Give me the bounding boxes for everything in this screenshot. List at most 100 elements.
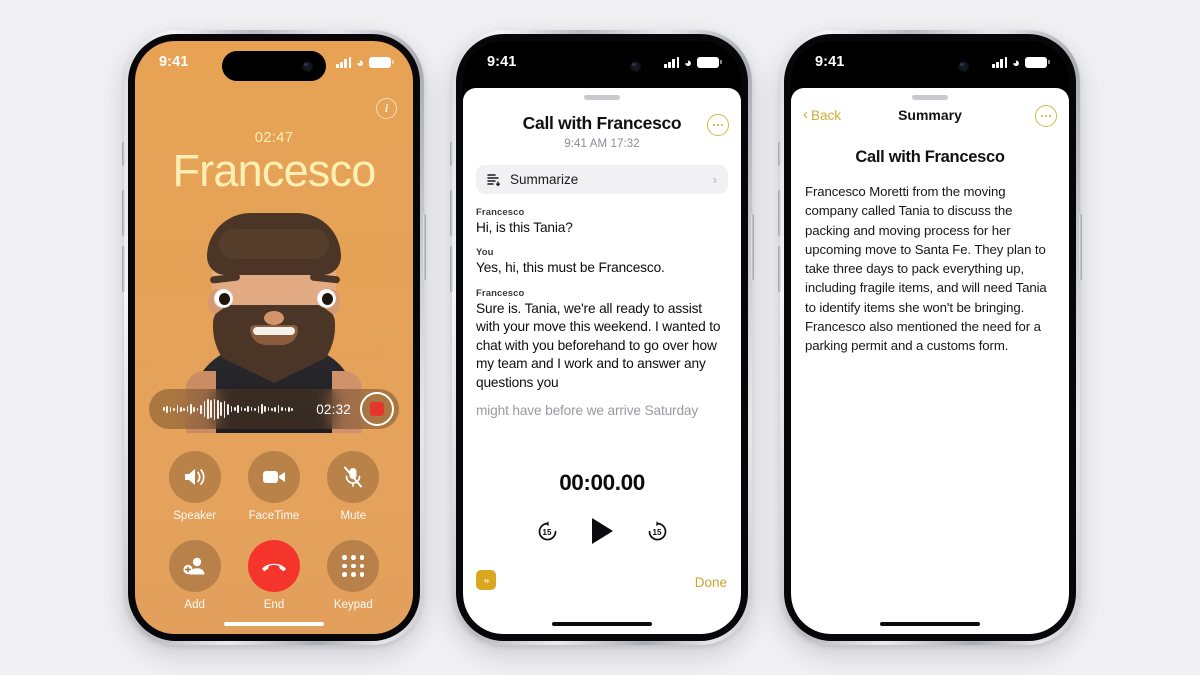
power-button[interactable]	[1079, 214, 1082, 280]
transcript-list: Francesco Hi, is this Tania? You Yes, hi…	[476, 207, 728, 421]
dynamic-island	[878, 51, 982, 81]
audio-waveform	[163, 398, 310, 420]
dynamic-island	[222, 51, 326, 81]
keypad-grid-icon	[342, 554, 365, 578]
microphone-slash-icon	[344, 466, 363, 488]
screenshot-canvas: 9:41 ◕ i 02:47 Francesco 02:32 Speaker F…	[0, 0, 1200, 675]
wifi-icon: ◕	[356, 54, 364, 70]
status-time: 9:41	[815, 54, 845, 70]
cellular-bars-icon	[991, 56, 1008, 68]
volume-down-button[interactable]	[778, 246, 781, 292]
wifi-icon: ◕	[684, 54, 692, 70]
volume-down-button[interactable]	[122, 246, 125, 292]
control-label: End	[263, 599, 285, 611]
volume-up-button[interactable]	[450, 190, 453, 236]
done-button[interactable]: Done	[695, 575, 727, 590]
transcript-sheet: Call with Francesco 9:41 AM 17:32 Summar…	[463, 88, 741, 634]
wifi-icon: ◕	[1012, 54, 1020, 70]
play-triangle-icon[interactable]	[591, 518, 613, 544]
home-indicator[interactable]	[880, 621, 980, 626]
live-captions-button[interactable]: „	[476, 570, 496, 590]
volume-up-button[interactable]	[778, 190, 781, 236]
control-label: Speaker	[173, 510, 217, 522]
info-circle-icon[interactable]: i	[376, 98, 397, 119]
stop-recording-button[interactable]	[360, 392, 394, 426]
mute-button[interactable]: Mute	[327, 451, 380, 522]
player-controls: 15 15	[463, 518, 741, 544]
control-label: Keypad	[333, 599, 373, 611]
power-button[interactable]	[751, 214, 754, 280]
phone-screen: 9:41 ◕ Call with Francesco 9:41 AM 17:32	[463, 41, 741, 634]
transcript-text: Sure is. Tania, we're all ready to assis…	[476, 300, 721, 390]
summary-navbar: ‹ Back Summary	[791, 100, 1069, 130]
speaker-icon	[184, 469, 205, 485]
summarize-label: Summarize	[510, 172, 579, 187]
battery-icon	[369, 56, 394, 68]
status-time: 9:41	[487, 54, 517, 70]
dynamic-island	[550, 51, 654, 81]
power-button[interactable]	[423, 214, 426, 280]
transcript-speaker: Francesco	[476, 287, 525, 299]
silent-switch[interactable]	[778, 142, 781, 166]
sheet-title: Call with Francesco	[522, 113, 682, 133]
sheet-grabber[interactable]	[912, 95, 948, 100]
status-icons: ◕	[991, 54, 1050, 70]
chevron-right-icon: ›	[712, 172, 717, 187]
skip-forward-15-button[interactable]: 15	[646, 520, 669, 543]
control-label: Mute	[340, 510, 367, 522]
battery-icon	[697, 56, 722, 68]
status-icons: ◕	[663, 54, 722, 70]
cellular-bars-icon	[663, 56, 680, 68]
phone-mockup-in-call: 9:41 ◕ i 02:47 Francesco 02:32 Speaker F…	[122, 30, 426, 645]
control-label: FaceTime	[248, 510, 300, 522]
sheet-subtitle: 9:41 AM 17:32	[564, 138, 640, 150]
status-time: 9:41	[159, 54, 189, 70]
player-timecode: 00:00.00	[559, 470, 645, 495]
skip-forward-label: 15	[652, 527, 662, 537]
skip-back-15-button[interactable]: 15	[536, 520, 559, 543]
ellipsis-circle-button[interactable]	[707, 114, 729, 136]
transcript-entry: You Yes, hi, this must be Francesco.	[476, 247, 728, 277]
transcript-speaker: Francesco	[476, 207, 525, 218]
add-call-button[interactable]: Add	[168, 540, 221, 611]
silent-switch[interactable]	[122, 142, 125, 166]
phone-mockup-transcript: 9:41 ◕ Call with Francesco 9:41 AM 17:32	[450, 30, 754, 645]
transcript-text: Yes, hi, this must be Francesco.	[476, 260, 665, 276]
control-label: Add	[184, 599, 205, 611]
recording-pill[interactable]: 02:32	[149, 389, 399, 429]
front-camera-icon	[958, 60, 969, 72]
audio-player: 00:00.00 15 15	[463, 470, 741, 544]
end-call-button[interactable]: End	[247, 540, 300, 611]
add-person-icon	[183, 557, 205, 575]
front-camera-icon	[302, 60, 313, 72]
keypad-button[interactable]: Keypad	[327, 540, 380, 611]
cellular-bars-icon	[335, 56, 352, 68]
volume-down-button[interactable]	[450, 246, 453, 292]
front-camera-icon	[630, 60, 641, 72]
caller-name: Francesco	[172, 145, 377, 196]
status-icons: ◕	[335, 54, 394, 70]
summary-heading: Call with Francesco	[855, 148, 1005, 166]
transcript-text-faded: might have before we arrive Saturday	[476, 403, 699, 419]
summarize-icon	[487, 173, 501, 186]
battery-icon	[1025, 56, 1050, 68]
video-camera-icon	[262, 471, 285, 483]
volume-up-button[interactable]	[122, 190, 125, 236]
sheet-header: Call with Francesco 9:41 AM 17:32	[463, 88, 741, 150]
end-call-icon	[261, 563, 286, 572]
ellipsis-circle-button[interactable]	[1035, 105, 1057, 127]
recording-elapsed: 02:32	[316, 401, 351, 417]
call-controls-grid: Speaker FaceTime Mute Add End Keypad	[155, 451, 393, 611]
skip-back-label: 15	[542, 527, 552, 537]
summary-sheet: ‹ Back Summary Call with Francesco Franc…	[791, 88, 1069, 634]
phone-screen: 9:41 ◕ i 02:47 Francesco 02:32 Speaker F…	[135, 41, 413, 634]
silent-switch[interactable]	[450, 142, 453, 166]
speaker-button[interactable]: Speaker	[168, 451, 221, 522]
phone-mockup-summary: 9:41 ◕ ‹ Back Summary Call with Francesc…	[778, 30, 1082, 645]
home-indicator[interactable]	[552, 621, 652, 626]
summary-body: Francesco Moretti from the moving compan…	[805, 184, 1047, 354]
facetime-button[interactable]: FaceTime	[247, 451, 300, 522]
home-indicator[interactable]	[224, 621, 324, 626]
summarize-row[interactable]: Summarize ›	[476, 165, 728, 194]
transcript-entry: Francesco Hi, is this Tania?	[476, 207, 728, 237]
